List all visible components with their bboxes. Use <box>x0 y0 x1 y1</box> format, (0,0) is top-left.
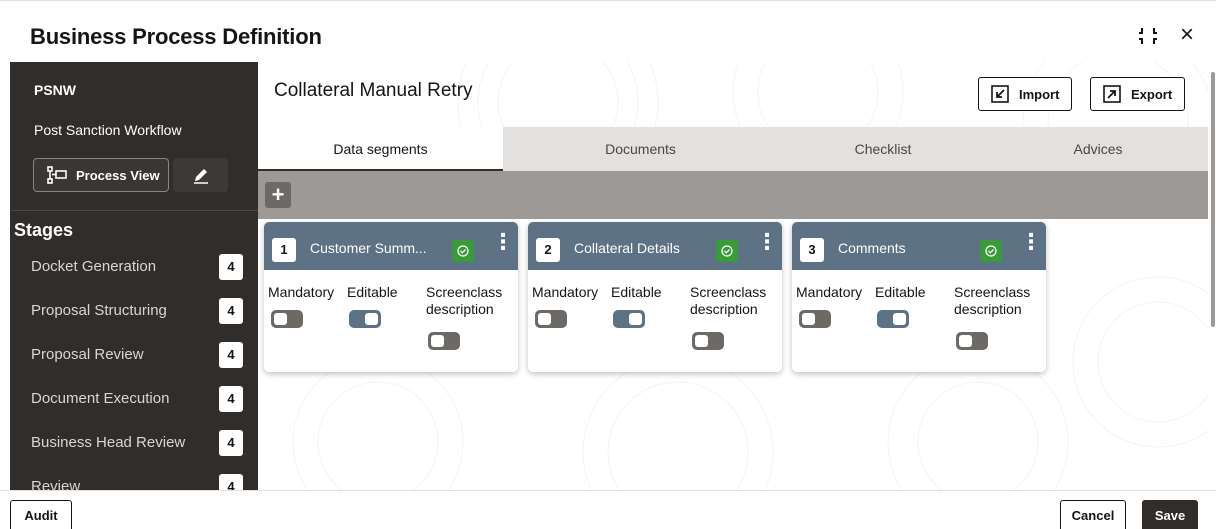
sidebar: PSNW Post Sanction Workflow Process View… <box>10 62 258 490</box>
export-button[interactable]: Export <box>1090 77 1186 111</box>
stage-item-business-head-review[interactable]: Business Head Review 4 <box>10 422 258 466</box>
stage-count-badge: 4 <box>219 298 243 324</box>
process-view-label: Process View <box>76 167 160 183</box>
import-button[interactable]: Import <box>978 77 1073 111</box>
screenclass-toggle[interactable] <box>956 332 988 350</box>
screenclass-label: Screenclass description <box>954 284 1031 317</box>
collapse-icon[interactable] <box>1139 27 1157 45</box>
process-name: Post Sanction Workflow <box>34 122 182 138</box>
process-flow-icon <box>47 166 67 184</box>
segment-card-header: 2 Collateral Details ⋮ <box>528 222 782 270</box>
check-circle-icon <box>980 240 1002 262</box>
segment-name: Comments <box>838 240 906 256</box>
export-icon <box>1103 85 1121 103</box>
mandatory-label: Mandatory <box>532 284 599 300</box>
segment-number: 2 <box>536 238 560 262</box>
kebab-menu-icon[interactable]: ⋮ <box>492 231 514 258</box>
segment-number: 1 <box>272 238 296 262</box>
kebab-menu-icon[interactable]: ⋮ <box>756 231 778 258</box>
segment-name: Collateral Details <box>574 240 680 256</box>
tab-data-segments[interactable]: Data segments <box>258 127 503 171</box>
stage-count-badge: 4 <box>219 474 243 490</box>
editable-label: Editable <box>875 284 926 300</box>
stage-item-review[interactable]: Review 4 <box>10 466 258 490</box>
mandatory-toggle[interactable] <box>535 310 567 328</box>
main-panel: Collateral Manual Retry Import Export Da… <box>258 62 1208 490</box>
stage-label: Document Execution <box>31 390 170 407</box>
stage-item-docket-generation[interactable]: Docket Generation 4 <box>10 246 258 290</box>
business-process-definition-dialog: Business Process Definition × PSNW Post … <box>0 0 1216 529</box>
export-label: Export <box>1131 86 1173 102</box>
segment-card-body: Mandatory Editable Screenclass descripti… <box>792 270 1046 372</box>
editable-toggle[interactable] <box>349 310 381 328</box>
stage-label: Docket Generation <box>31 258 157 275</box>
check-circle-icon <box>452 240 474 262</box>
segment-card-body: Mandatory Editable Screenclass descripti… <box>528 270 782 372</box>
segment-card[interactable]: 1 Customer Summ... ⋮ Mandatory Editable … <box>264 222 518 372</box>
close-icon[interactable]: × <box>1177 23 1197 47</box>
stage-count-badge: 4 <box>219 430 243 456</box>
screenclass-toggle[interactable] <box>428 332 460 350</box>
stage-label: Review <box>31 478 81 490</box>
stage-label: Proposal Structuring <box>31 302 167 319</box>
import-label: Import <box>1019 86 1060 102</box>
stage-item-document-execution[interactable]: Document Execution 4 <box>10 378 258 422</box>
stage-label: Business Head Review <box>31 434 186 451</box>
editable-toggle[interactable] <box>877 310 909 328</box>
segment-name: Customer Summ... <box>310 240 427 256</box>
stage-item-proposal-structuring[interactable]: Proposal Structuring 4 <box>10 290 258 334</box>
kebab-menu-icon[interactable]: ⋮ <box>1020 231 1042 258</box>
dialog-footer: Audit Cancel Save <box>0 490 1216 529</box>
tab-documents[interactable]: Documents <box>503 127 778 171</box>
mandatory-label: Mandatory <box>268 284 335 300</box>
segment-card-header: 1 Customer Summ... ⋮ <box>264 222 518 270</box>
stages-heading: Stages <box>14 220 74 240</box>
stage-label: Proposal Review <box>31 346 144 363</box>
segment-card[interactable]: 3 Comments ⋮ Mandatory Editable Screencl… <box>792 222 1046 372</box>
mandatory-label: Mandatory <box>796 284 863 300</box>
page-title: Collateral Manual Retry <box>274 80 473 101</box>
import-icon <box>991 85 1009 103</box>
stage-count-badge: 4 <box>219 386 243 412</box>
cancel-button[interactable]: Cancel <box>1060 500 1126 529</box>
screenclass-toggle[interactable] <box>692 332 724 350</box>
audit-button[interactable]: Audit <box>10 500 72 529</box>
mandatory-toggle[interactable] <box>271 310 303 328</box>
stage-item-proposal-review[interactable]: Proposal Review 4 <box>10 334 258 378</box>
sidebar-divider <box>10 210 258 211</box>
editable-label: Editable <box>347 284 398 300</box>
screenclass-label: Screenclass description <box>690 284 767 317</box>
editable-label: Editable <box>611 284 662 300</box>
save-button[interactable]: Save <box>1142 500 1198 529</box>
process-code: PSNW <box>34 82 76 98</box>
segment-number: 3 <box>800 238 824 262</box>
segment-card-body: Mandatory Editable Screenclass descripti… <box>264 270 518 372</box>
mandatory-toggle[interactable] <box>799 310 831 328</box>
segment-card[interactable]: 2 Collateral Details ⋮ Mandatory Editabl… <box>528 222 782 372</box>
segment-card-header: 3 Comments ⋮ <box>792 222 1046 270</box>
edit-button[interactable] <box>173 158 228 192</box>
pencil-icon <box>193 169 208 184</box>
screenclass-label: Screenclass description <box>426 284 503 317</box>
segments-toolbar: + <box>258 171 1208 219</box>
dialog-header: Business Process Definition × <box>0 0 1216 62</box>
vertical-scrollbar[interactable] <box>1209 62 1216 490</box>
plus-icon[interactable]: + <box>265 182 291 208</box>
editable-toggle[interactable] <box>613 310 645 328</box>
tab-bar: Data segments Documents Checklist Advice… <box>258 127 1208 171</box>
tab-checklist[interactable]: Checklist <box>778 127 988 171</box>
stage-count-badge: 4 <box>219 254 243 280</box>
check-circle-icon <box>716 240 738 262</box>
tab-advices[interactable]: Advices <box>988 127 1208 171</box>
process-view-button[interactable]: Process View <box>33 158 169 192</box>
dialog-title: Business Process Definition <box>30 24 322 49</box>
stage-count-badge: 4 <box>219 342 243 368</box>
